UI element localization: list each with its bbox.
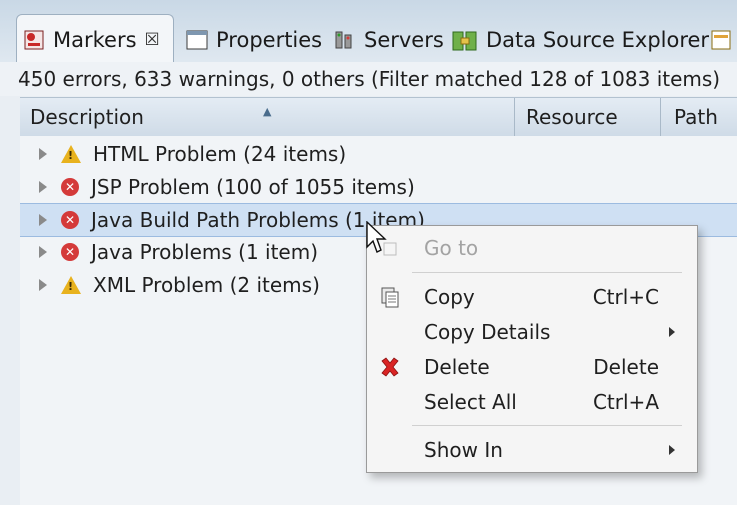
menu-separator — [412, 425, 682, 426]
submenu-arrow-icon — [669, 327, 675, 337]
menu-label: Delete — [424, 355, 490, 379]
warning-icon: ! — [61, 276, 81, 294]
error-icon: ✕ — [61, 211, 79, 229]
menu-label: Go to — [424, 236, 479, 260]
menu-item-select-all[interactable]: Select All Ctrl+A — [367, 386, 697, 418]
expand-arrow-icon[interactable] — [39, 279, 47, 291]
column-divider[interactable] — [660, 98, 661, 136]
close-icon[interactable]: ☒ — [145, 30, 160, 50]
row-label: Java Problems (1 item) — [91, 240, 319, 264]
expand-arrow-icon[interactable] — [39, 148, 47, 160]
sort-ascending-icon: ▲ — [263, 105, 272, 118]
menu-shortcut: Delete — [593, 355, 659, 379]
menu-item-delete[interactable]: Delete Delete — [367, 351, 697, 383]
menu-item-go-to[interactable]: Go to — [367, 232, 697, 264]
column-description[interactable]: Description — [30, 105, 144, 129]
markers-summary: 450 errors, 633 warnings, 0 others (Filt… — [0, 62, 737, 96]
tree-row-jsp-problem[interactable]: ✕ JSP Problem (100 of 1055 items) — [20, 171, 737, 203]
menu-label: Select All — [424, 390, 517, 414]
tree-row-html-problem[interactable]: ! HTML Problem (24 items) — [20, 138, 737, 170]
tab-servers[interactable]: Servers — [334, 18, 444, 62]
menu-item-copy[interactable]: Copy Ctrl+C — [367, 281, 697, 313]
copy-icon — [379, 286, 401, 308]
error-icon: ✕ — [61, 178, 79, 196]
menu-label: Copy Details — [424, 320, 551, 344]
column-resource[interactable]: Resource — [526, 105, 618, 129]
view-tab-bar: Markers ☒ Properties Servers Data Source… — [0, 0, 737, 64]
servers-icon — [334, 29, 356, 51]
error-icon: ✕ — [61, 243, 79, 261]
tab-markers-label: Markers — [53, 27, 137, 52]
tab-data-source-explorer-label: Data Source Explorer — [486, 28, 710, 52]
warning-icon: ! — [61, 145, 81, 163]
tab-properties-label: Properties — [216, 28, 323, 52]
data-source-icon — [452, 29, 478, 51]
expand-arrow-icon[interactable] — [39, 181, 47, 193]
menu-item-show-in[interactable]: Show In — [367, 434, 697, 466]
expand-arrow-icon[interactable] — [39, 214, 47, 226]
delete-icon — [379, 356, 401, 378]
menu-separator — [412, 272, 682, 273]
tab-servers-label: Servers — [364, 28, 444, 52]
submenu-arrow-icon — [669, 445, 675, 455]
tab-overflow[interactable] — [710, 18, 737, 62]
tab-markers[interactable]: Markers ☒ — [16, 14, 174, 64]
column-path[interactable]: Path — [674, 105, 718, 129]
menu-shortcut: Ctrl+C — [592, 285, 659, 309]
column-divider[interactable] — [514, 98, 515, 136]
menu-label: Copy — [424, 285, 475, 309]
tab-data-source-explorer[interactable]: Data Source Explorer — [452, 18, 709, 62]
markers-icon — [23, 29, 45, 51]
tab-properties[interactable]: Properties — [186, 18, 322, 62]
expand-arrow-icon[interactable] — [39, 246, 47, 258]
properties-icon — [186, 29, 208, 51]
mouse-cursor-icon — [366, 220, 388, 255]
column-header-bar: ▲ Description Resource Path — [20, 97, 737, 137]
row-label: HTML Problem (24 items) — [93, 142, 347, 166]
row-label: JSP Problem (100 of 1055 items) — [91, 175, 415, 199]
menu-label: Show In — [424, 438, 503, 462]
menu-shortcut: Ctrl+A — [592, 390, 659, 414]
row-label: XML Problem (2 items) — [93, 273, 320, 297]
context-menu: Go to Copy Ctrl+C Copy Details Delete De… — [366, 225, 698, 473]
menu-item-copy-details[interactable]: Copy Details — [367, 316, 697, 348]
overflow-view-icon — [710, 29, 732, 51]
